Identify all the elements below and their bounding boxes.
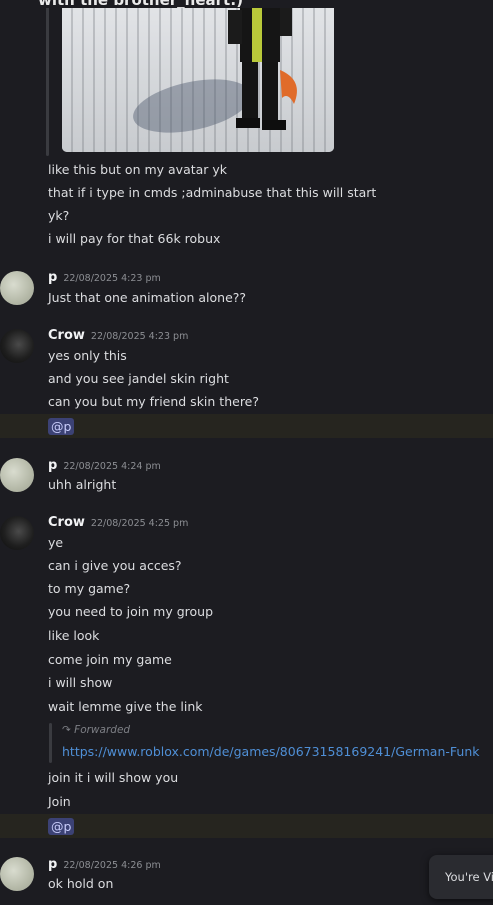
message-line: join it i will show you	[48, 770, 179, 785]
message-line: like look	[48, 628, 100, 643]
game-link[interactable]: https://www.roblox.com/de/games/80673158…	[62, 744, 480, 759]
author-name[interactable]: Crow	[48, 328, 85, 343]
message-line: come join my game	[48, 652, 172, 667]
message-timestamp: 22/08/2025 4:23 pm	[63, 273, 161, 284]
toast-text: You're Vi	[445, 870, 493, 884]
message-line: yes only this	[48, 348, 127, 363]
notification-toast[interactable]: You're Vi	[429, 855, 493, 899]
author-name[interactable]: p	[48, 458, 57, 473]
user-avatar-crow[interactable]	[0, 516, 34, 550]
message-line: Join	[48, 794, 71, 809]
message-timestamp: 22/08/2025 4:23 pm	[90, 331, 189, 342]
message-header: Crow 22/08/2025 4:23 pm	[48, 327, 188, 343]
user-avatar-crow[interactable]	[0, 329, 34, 363]
message-line: and you see jandel skin right	[48, 371, 229, 386]
user-mention[interactable]: @p	[48, 818, 75, 835]
user-avatar-p[interactable]	[0, 458, 34, 492]
message-line: can i give you acces?	[48, 558, 182, 573]
user-mention[interactable]: @p	[48, 418, 75, 435]
forwarded-label: ↷ Forwarded	[62, 724, 130, 736]
message-header: p 22/08/2025 4:26 pm	[48, 856, 161, 872]
forwarded-text: Forwarded	[74, 724, 131, 736]
message-header: p 22/08/2025 4:24 pm	[48, 457, 161, 473]
message-line: can you but my friend skin there?	[48, 394, 260, 409]
message-line: ok hold on	[48, 876, 114, 891]
message-line: uhh alright	[48, 477, 117, 492]
cropped-header: with the brother_heart:)	[0, 0, 493, 8]
message-timestamp: 22/08/2025 4:26 pm	[63, 860, 161, 871]
message-line: Just that one animation alone??	[48, 290, 247, 305]
message-line: ye	[48, 535, 64, 550]
roblox-avatar-image	[228, 0, 297, 130]
message-header: p 22/08/2025 4:23 pm	[48, 269, 161, 285]
message-line: i will show	[48, 675, 113, 690]
message-timestamp: 22/08/2025 4:25 pm	[90, 518, 189, 529]
message-line: like this but on my avatar yk	[48, 162, 228, 177]
message-line: you need to join my group	[48, 604, 214, 619]
author-name[interactable]: p	[48, 857, 57, 872]
user-avatar-p[interactable]	[0, 271, 34, 305]
message-line: wait lemme give the link	[48, 699, 203, 714]
user-avatar-p[interactable]	[0, 857, 34, 891]
cropped-header-text: with the brother_heart:)	[38, 0, 243, 8]
message-line: that if i type in cmds ;adminabuse that …	[48, 185, 377, 200]
author-name[interactable]: p	[48, 270, 57, 285]
message-line: i will pay for that 66k robux	[48, 231, 221, 246]
message-timestamp: 22/08/2025 4:24 pm	[63, 461, 161, 472]
author-name[interactable]: Crow	[48, 515, 85, 530]
message-line: to my game?	[48, 581, 131, 596]
message-line: yk?	[48, 208, 70, 223]
message-header: Crow 22/08/2025 4:25 pm	[48, 514, 188, 530]
forward-accent-bar	[49, 723, 52, 763]
embedded-video-preview[interactable]	[62, 0, 334, 152]
embed-accent-bar	[46, 0, 49, 156]
forward-arrow-icon: ↷	[62, 724, 71, 736]
